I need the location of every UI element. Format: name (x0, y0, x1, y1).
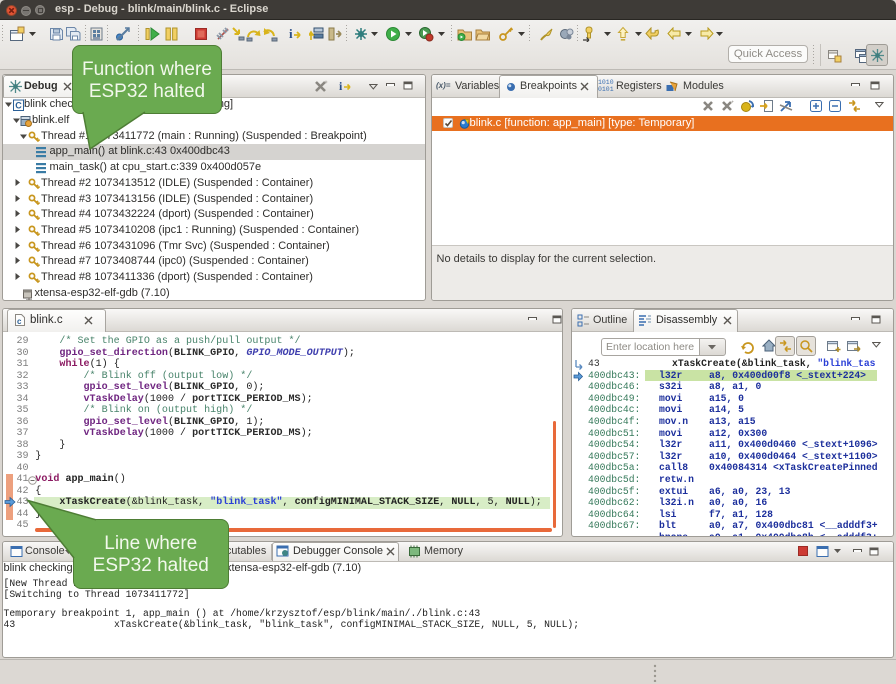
svg-text:i: i (289, 26, 293, 41)
svg-text:C: C (15, 101, 22, 111)
svg-text:c: c (17, 317, 22, 326)
svg-text:i: i (339, 79, 343, 93)
